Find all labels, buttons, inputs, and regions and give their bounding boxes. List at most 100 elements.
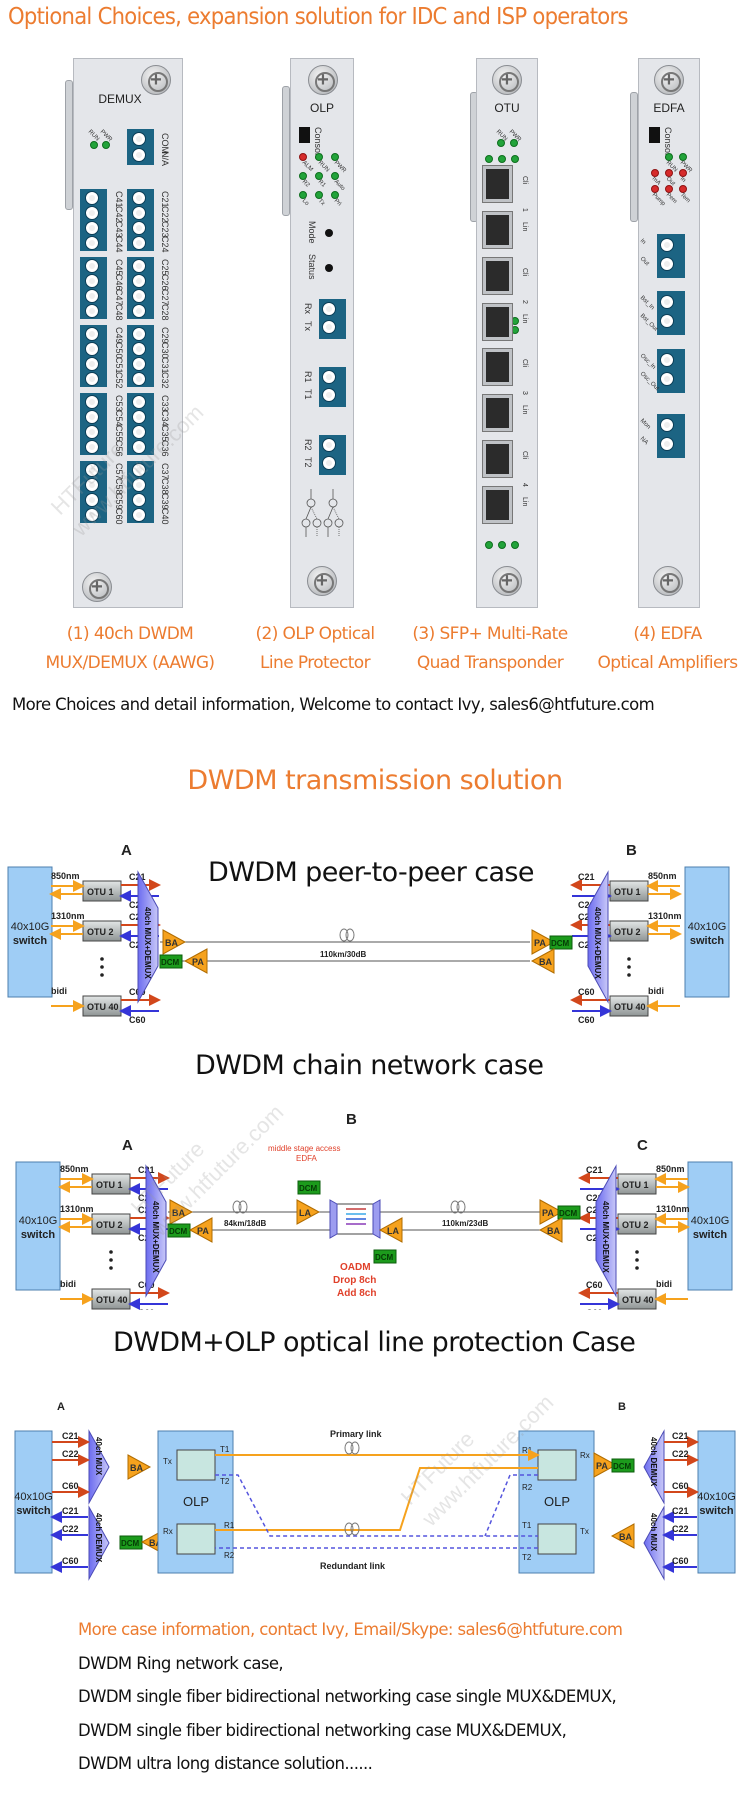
case2-title: DWDM chain network case — [195, 1050, 544, 1081]
port-c37[interactable] — [133, 464, 145, 476]
port-group — [319, 367, 346, 407]
port-rx[interactable] — [323, 303, 335, 315]
port-label: C60 — [114, 508, 124, 525]
port-c54[interactable] — [86, 411, 98, 423]
case3-diagram: A B 40x10G switch 40ch MUX 40ch DEMUX C21 C22 C6… — [14, 1401, 736, 1581]
port-c57[interactable] — [86, 464, 98, 476]
port-label: Out — [638, 256, 650, 268]
channel-label: C22 — [62, 1449, 79, 1459]
caption-line: (4) EDFA — [633, 624, 702, 644]
channel-label: C60 — [578, 1015, 595, 1025]
led-pri — [331, 191, 339, 199]
dcm-a-label: DCM — [161, 958, 180, 967]
port-bst_out[interactable] — [661, 315, 673, 327]
led-r2 — [299, 172, 307, 180]
mux-a-label: 40ch MUX — [94, 1437, 103, 1476]
port-c28[interactable] — [133, 305, 145, 317]
port-c35[interactable] — [133, 426, 145, 438]
more-choices-note: More Choices and detail information, Wel… — [12, 695, 655, 714]
port-c47[interactable] — [86, 290, 98, 302]
otu-label: OTU 40 — [614, 1002, 646, 1012]
port-c38[interactable] — [133, 479, 145, 491]
sfp-port[interactable] — [482, 165, 513, 203]
port-c32[interactable] — [133, 373, 145, 385]
port-c24[interactable] — [133, 237, 145, 249]
sfp-port[interactable] — [482, 486, 513, 524]
port-c22[interactable] — [133, 207, 145, 219]
channel-label: C60 — [138, 1308, 155, 1310]
port-c26[interactable] — [133, 275, 145, 287]
led-r1 — [315, 172, 323, 180]
port-com[interactable] — [133, 133, 145, 145]
port-c49[interactable] — [86, 328, 98, 340]
device-name: DEMUX — [98, 92, 142, 106]
line-amp-label: LA — [387, 1226, 399, 1236]
port-c52[interactable] — [86, 373, 98, 385]
port-c53[interactable] — [86, 396, 98, 408]
port-c42[interactable] — [86, 207, 98, 219]
sfp-port[interactable] — [482, 394, 513, 432]
port-c59[interactable] — [86, 494, 98, 506]
port-r2[interactable] — [323, 439, 335, 451]
port-c33[interactable] — [133, 396, 145, 408]
port-c34[interactable] — [133, 411, 145, 423]
port-c27[interactable] — [133, 290, 145, 302]
port-c41[interactable] — [86, 192, 98, 204]
port-label: C32 — [160, 372, 170, 389]
port-c29[interactable] — [133, 328, 145, 340]
port-c30[interactable] — [133, 343, 145, 355]
port-c21[interactable] — [133, 192, 145, 204]
console-port[interactable] — [649, 127, 660, 143]
sfp-port[interactable] — [482, 440, 513, 478]
port-in[interactable] — [661, 239, 673, 251]
port-na[interactable] — [133, 149, 145, 161]
otu-label: OTU 2 — [87, 927, 114, 937]
port-na[interactable] — [661, 438, 673, 450]
port-c44[interactable] — [86, 237, 98, 249]
screw-icon — [492, 65, 522, 95]
port-c25[interactable] — [133, 260, 145, 272]
sfp-port[interactable] — [482, 257, 513, 295]
port-c58[interactable] — [86, 479, 98, 491]
port-c31[interactable] — [133, 358, 145, 370]
sfp-port[interactable] — [482, 303, 513, 341]
port-c43[interactable] — [86, 222, 98, 234]
client-signal-label: 850nm — [60, 1164, 89, 1174]
port-c45[interactable] — [86, 260, 98, 272]
port-c23[interactable] — [133, 222, 145, 234]
dcm-b-label: DCM — [551, 939, 570, 948]
port-tx[interactable] — [323, 321, 335, 333]
port-c40[interactable] — [133, 509, 145, 521]
mux-demux-c-label: 40ch MUX+DEMUX — [601, 1201, 610, 1273]
port-c55[interactable] — [86, 426, 98, 438]
port-t1[interactable] — [323, 389, 335, 401]
span-label: 110km/23dB — [442, 1219, 488, 1228]
port-r1[interactable] — [323, 371, 335, 383]
port-c48[interactable] — [86, 305, 98, 317]
port-c51[interactable] — [86, 358, 98, 370]
switch-label: switch — [693, 1229, 728, 1241]
port-c50[interactable] — [86, 343, 98, 355]
port-osc_in[interactable] — [661, 354, 673, 366]
sfp-port[interactable] — [482, 348, 513, 386]
console-port[interactable] — [299, 127, 310, 143]
port-out[interactable] — [661, 258, 673, 270]
port-bst_in[interactable] — [661, 296, 673, 308]
port-c46[interactable] — [86, 275, 98, 287]
sfp-port[interactable] — [482, 211, 513, 249]
mux-demux-b-label: 40ch MUX+DEMUX — [593, 907, 602, 979]
port-c39[interactable] — [133, 494, 145, 506]
port-c60[interactable] — [86, 509, 98, 521]
led-link1 — [511, 155, 519, 163]
port-c36[interactable] — [133, 441, 145, 453]
booster-amp-label: BA — [539, 957, 552, 967]
port-group — [657, 414, 685, 458]
otu-label: OTU 40 — [87, 1002, 119, 1012]
led-label: R1 — [316, 179, 327, 189]
mode-button[interactable] — [325, 229, 333, 237]
port-mon[interactable] — [661, 419, 673, 431]
port-osc_out[interactable] — [661, 373, 673, 385]
status-button[interactable] — [325, 264, 333, 272]
port-c56[interactable] — [86, 441, 98, 453]
port-t2[interactable] — [323, 457, 335, 469]
